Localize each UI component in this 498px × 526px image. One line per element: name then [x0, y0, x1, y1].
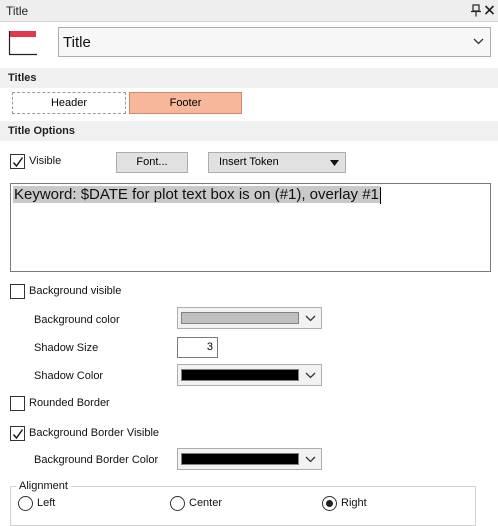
- title-text-input[interactable]: Keyword: $DATE for plot text box is on (…: [10, 183, 491, 272]
- background-color-label: Background color: [34, 314, 120, 326]
- title-element-icon: [8, 31, 37, 56]
- element-type-select[interactable]: Title: [58, 27, 491, 57]
- background-border-color-label: Background Border Color: [34, 454, 159, 466]
- title-text-content: Keyword: $DATE for plot text box is on (…: [14, 186, 379, 203]
- background-visible-checkbox[interactable]: [10, 284, 25, 299]
- title-options-section-header: Title Options: [0, 121, 498, 141]
- text-caret: [379, 187, 381, 204]
- align-left-radio[interactable]: [18, 496, 33, 511]
- insert-token-label: Insert Token: [219, 156, 279, 168]
- panel-title: Title: [6, 4, 29, 18]
- background-border-color-select[interactable]: [177, 448, 322, 470]
- chevron-down-icon: [305, 315, 316, 322]
- shadow-color-select[interactable]: [177, 364, 322, 386]
- alignment-group: [10, 486, 476, 526]
- insert-token-button[interactable]: Insert Token: [208, 152, 346, 173]
- checkmark-icon: [12, 429, 24, 440]
- rounded-border-checkbox[interactable]: [10, 396, 25, 411]
- title-text-value: Keyword: $DATE for plot text box is on (…: [13, 186, 381, 204]
- background-color-swatch: [181, 312, 299, 324]
- tab-header[interactable]: Header: [12, 92, 126, 114]
- align-right-label: Right: [341, 497, 367, 509]
- shadow-size-label: Shadow Size: [34, 342, 99, 354]
- panel-title-bar: [0, 0, 498, 22]
- checkmark-icon: [12, 157, 24, 168]
- shadow-color-label: Shadow Color: [34, 370, 104, 382]
- close-icon[interactable]: [484, 4, 495, 16]
- rounded-border-label: Rounded Border: [29, 397, 110, 409]
- background-border-visible-checkbox[interactable]: [10, 426, 25, 441]
- chevron-down-icon: [473, 38, 484, 45]
- radio-selected-dot: [326, 500, 333, 507]
- element-type-value: Title: [63, 34, 91, 51]
- font-button[interactable]: Font...: [116, 152, 188, 173]
- shadow-color-swatch: [181, 369, 299, 381]
- title-options-section-label: Title Options: [8, 125, 76, 137]
- background-visible-label: Background visible: [29, 285, 122, 297]
- alignment-group-label: Alignment: [16, 480, 71, 492]
- background-border-color-swatch: [181, 453, 299, 465]
- align-center-label: Center: [189, 497, 223, 509]
- pin-icon[interactable]: [470, 4, 482, 17]
- tab-footer[interactable]: Footer: [129, 92, 242, 114]
- background-color-select[interactable]: [177, 307, 322, 329]
- align-left-label: Left: [37, 497, 56, 509]
- visible-checkbox[interactable]: [10, 154, 25, 169]
- chevron-down-icon: [305, 456, 316, 463]
- titles-section-label: Titles: [8, 72, 37, 84]
- shadow-size-input[interactable]: 3: [177, 337, 218, 358]
- chevron-down-icon: [305, 372, 316, 379]
- visible-label: Visible: [29, 155, 62, 167]
- triangle-down-icon: [330, 160, 339, 166]
- titles-section-header: Titles: [0, 68, 498, 88]
- align-right-radio[interactable]: [322, 496, 337, 511]
- background-border-visible-label: Background Border Visible: [29, 427, 160, 439]
- align-center-radio[interactable]: [170, 496, 185, 511]
